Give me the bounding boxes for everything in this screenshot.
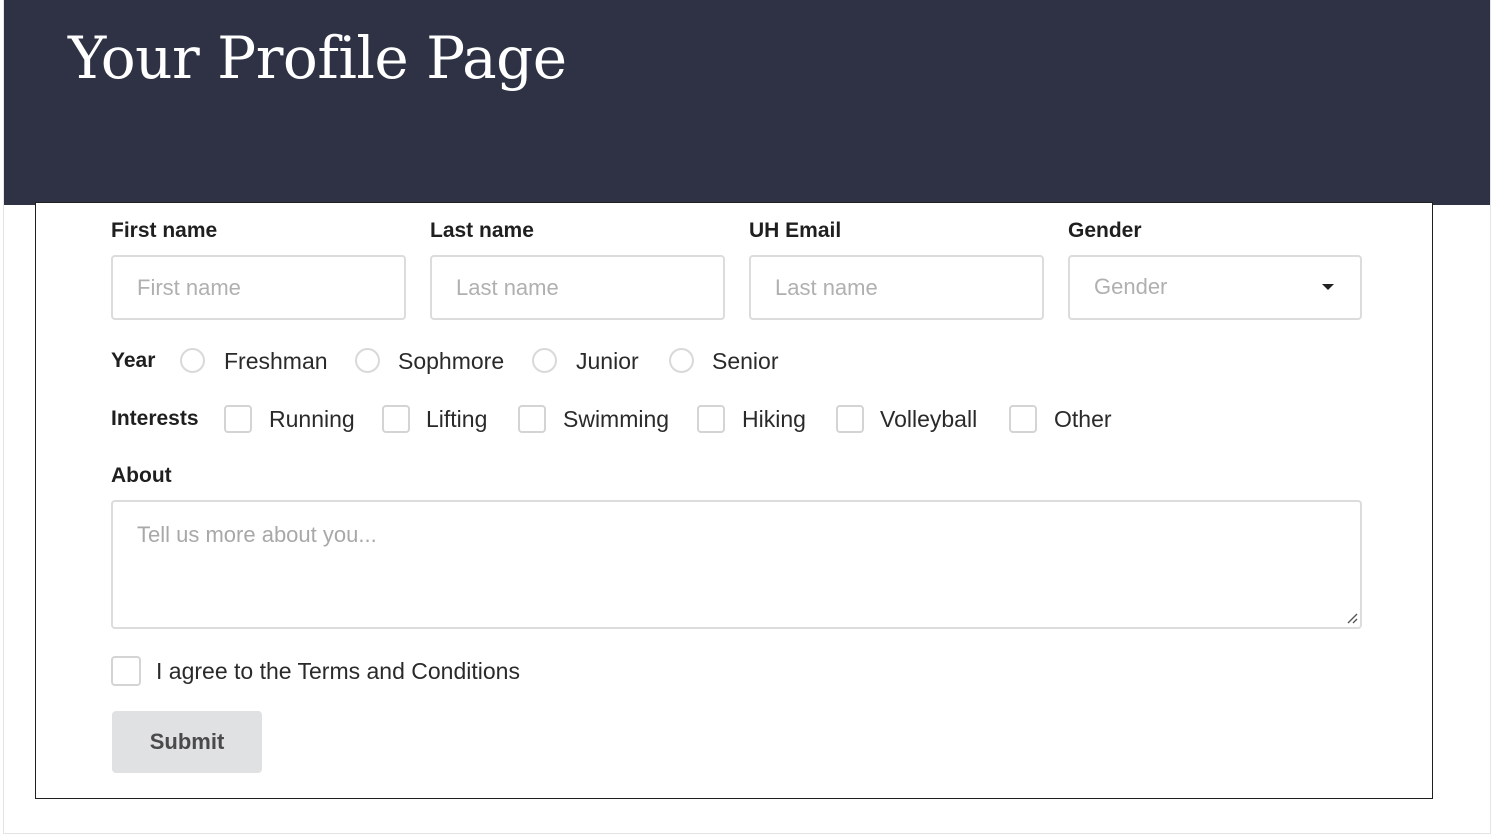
interest-checkbox-other[interactable] (1009, 405, 1037, 433)
interest-checkbox-hiking[interactable] (697, 405, 725, 433)
year-radio-senior[interactable] (669, 348, 694, 373)
year-option-senior-label: Senior (712, 348, 779, 374)
last-name-label: Last name (430, 219, 534, 242)
interest-checkbox-running[interactable] (224, 405, 252, 433)
profile-form: First name Last name UH Email Gender Gen… (35, 202, 1433, 799)
terms-checkbox[interactable] (111, 656, 141, 686)
interest-checkbox-volleyball[interactable] (836, 405, 864, 433)
interest-checkbox-lifting[interactable] (382, 405, 410, 433)
interest-volleyball-label: Volleyball (880, 406, 978, 432)
year-label: Year (111, 349, 156, 372)
gender-select[interactable]: Gender (1068, 255, 1362, 320)
caret-down-icon (1322, 284, 1334, 290)
uh-email-input[interactable] (749, 255, 1044, 320)
gender-label: Gender (1068, 219, 1142, 242)
interest-running-label: Running (269, 406, 355, 432)
last-name-input[interactable] (430, 255, 725, 320)
about-textarea[interactable] (111, 500, 1362, 629)
year-radio-sophmore[interactable] (355, 348, 380, 373)
page-header: Your Profile Page (4, 0, 1490, 205)
page-frame: Your Profile Page First name Last name U… (3, 0, 1491, 834)
uh-email-label: UH Email (749, 219, 842, 242)
interest-checkbox-swimming[interactable] (518, 405, 546, 433)
interests-label: Interests (111, 407, 199, 430)
resize-grip-icon[interactable] (1346, 612, 1358, 624)
first-name-input[interactable] (111, 255, 406, 320)
year-radio-freshman[interactable] (180, 348, 205, 373)
year-option-freshman-label: Freshman (224, 348, 328, 374)
about-label: About (111, 464, 172, 487)
terms-label: I agree to the Terms and Conditions (156, 658, 520, 684)
gender-select-value: Gender (1094, 274, 1168, 299)
first-name-label: First name (111, 219, 218, 242)
submit-button[interactable]: Submit (112, 711, 262, 773)
interest-lifting-label: Lifting (426, 406, 488, 432)
year-option-sophmore-label: Sophmore (398, 348, 505, 374)
interest-swimming-label: Swimming (563, 406, 670, 432)
interest-hiking-label: Hiking (742, 406, 806, 432)
interest-other-label: Other (1054, 406, 1112, 432)
year-option-junior-label: Junior (576, 348, 639, 374)
page-title: Your Profile Page (68, 24, 567, 92)
year-radio-junior[interactable] (532, 348, 557, 373)
